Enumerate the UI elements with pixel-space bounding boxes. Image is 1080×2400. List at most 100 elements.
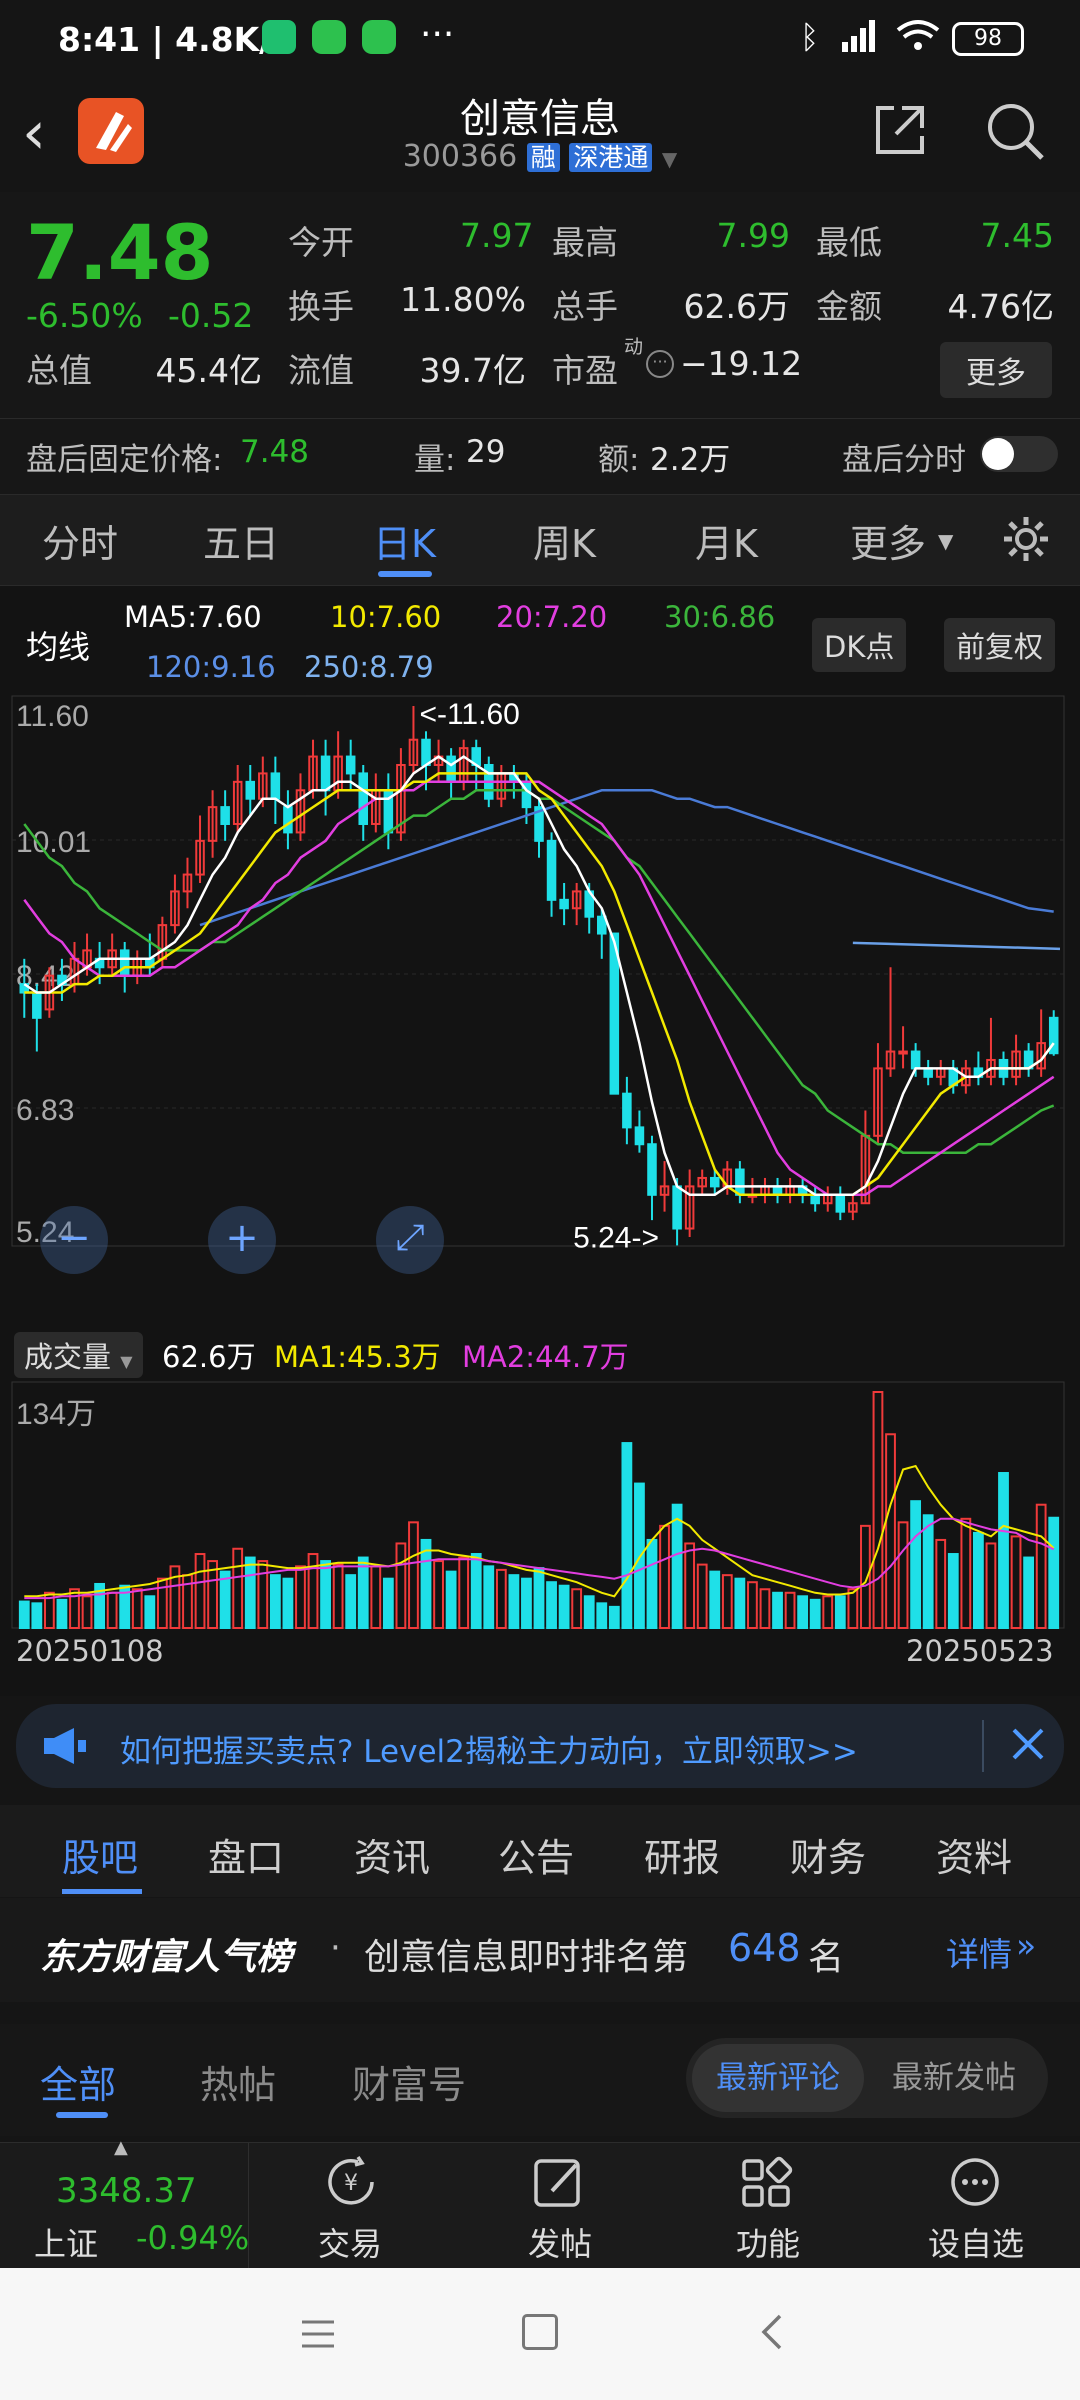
functions-icon[interactable] [738,2153,796,2211]
tab-research[interactable]: 研报 [644,1827,720,1882]
tab-finance[interactable]: 财务 [790,1827,866,1882]
active-tab-indicator [378,571,432,577]
info-icon[interactable]: ··· [646,350,674,378]
stock-header: ‹ 创意信息 300366 融 深港通 ▼ [0,86,1080,192]
trade-icon[interactable]: ¥ [322,2153,380,2211]
tab-announcements[interactable]: 公告 [498,1827,574,1882]
margin-badge: 融 [526,143,560,172]
volume-bar [194,1553,206,1629]
volume-bar [458,1556,470,1630]
candle-body [446,755,456,783]
rank-number: 648 [728,1926,801,1970]
volume-current: 62.6万 [162,1340,256,1374]
chevron-up-icon[interactable]: ▲ [114,2137,128,2158]
menu-icon[interactable] [298,2314,338,2354]
sort-latest-comment[interactable]: 最新评论 [692,2044,864,2112]
filter-wealth[interactable]: 财富号 [352,2054,466,2109]
post-icon[interactable] [530,2153,588,2211]
tab-profile[interactable]: 资料 [936,1827,1012,1882]
tab-orderbook[interactable]: 盘口 [208,1827,284,1882]
high-value: 7.99 [716,216,790,255]
volume-bar [433,1560,444,1630]
filter-hot[interactable]: 热帖 [200,2054,276,2109]
index-change[interactable]: -0.94% [136,2219,249,2257]
filter-all[interactable]: 全部 [40,2054,116,2109]
volume-bar [809,1598,821,1629]
low-value: 7.45 [980,216,1054,255]
volume-bar [483,1565,495,1630]
dropdown-icon[interactable]: ▼ [662,147,677,171]
volume-bar [332,1563,344,1629]
pe-dynamic-label: 动 [624,336,644,358]
gear-icon[interactable] [1000,513,1052,565]
index-value[interactable]: 3348.37 [56,2171,197,2211]
add-watchlist-label[interactable]: 设自选 [928,2219,1024,2265]
tab-timeshare[interactable]: 分时 [42,513,118,568]
volume-bar [257,1560,269,1630]
volume-bar [408,1521,419,1629]
change-percent: -6.50% [26,296,143,335]
search-icon[interactable] [984,100,1046,162]
back-nav-icon[interactable] [752,2310,792,2354]
shield-app-icon [262,20,296,54]
more-circle-icon[interactable] [946,2153,1004,2211]
volume-bar [445,1570,457,1629]
bottom-toolbar: ▲ 3348.37 上证 -0.94% ¥ 交易 发帖 功能 设自选 [0,2137,1080,2269]
volume-bar [910,1500,922,1629]
volume-bar [659,1524,670,1630]
functions-label[interactable]: 功能 [736,2219,800,2265]
rank-detail-link[interactable]: 详情 [946,1928,1012,1976]
post-label[interactable]: 发帖 [528,2219,592,2265]
volume-bar [684,1542,696,1630]
candle-body [923,1067,933,1078]
tab-monthly-k[interactable]: 月K [695,513,758,568]
volume-bar [320,1560,331,1630]
popularity-rank[interactable]: 东方财富人气榜 · 创意信息即时排名第 648 名 详情 » [0,1898,1080,2002]
fullscreen-button[interactable]: ⤢ [376,1206,444,1274]
battery-icon: 98 [952,22,1024,56]
volume-bar [709,1570,721,1629]
volume-bar [922,1514,934,1629]
zoom-in-button[interactable]: + [208,1206,276,1274]
indicator-selector[interactable]: 成交量 ▼ [14,1332,143,1378]
rank-brand: 东方财富人气榜 [40,1937,293,1978]
divider [982,1720,984,1772]
tab-news[interactable]: 资讯 [354,1827,430,1882]
status-bar: 8:41 | 4.8K/s ··· ᛒ 98 [0,0,1080,86]
home-icon[interactable] [522,2314,558,2350]
after-hours-toggle[interactable] [980,436,1058,472]
volume-chart[interactable]: 134万 [0,1378,1080,1630]
volume-bar [282,1577,294,1630]
tab-weekly-k[interactable]: 周K [533,513,596,568]
volume-bar [608,1605,620,1630]
index-name[interactable]: 上证 [34,2219,98,2265]
forward-adjust-button[interactable]: 前复权 [944,618,1056,672]
end-date: 20250523 [906,1634,1054,1668]
more-button[interactable]: 更多 [940,342,1052,398]
ma10-value: 10:7.60 [330,600,442,634]
share-icon[interactable] [872,102,928,158]
zoom-out-button[interactable]: − [40,1206,108,1274]
system-navigation [0,2268,1080,2400]
tab-five-day[interactable]: 五日 [203,513,279,568]
candle-body [622,1092,632,1129]
tab-forum[interactable]: 股吧 [62,1827,138,1882]
close-icon[interactable] [1006,1722,1050,1766]
tab-daily-k[interactable]: 日K [373,513,436,568]
trade-label[interactable]: 交易 [318,2219,382,2265]
volume-bar [772,1591,783,1630]
kline-chart[interactable]: 11.6010.018.426.835.24<-11.605.24-> [0,690,1080,1250]
volume-bar [671,1503,683,1629]
ma250-line [852,941,1061,951]
volume-bar [897,1521,909,1629]
tab-more[interactable]: 更多 [850,513,926,568]
volume-bar [382,1577,394,1630]
after-hours-volume-label: 量: [414,442,456,478]
promo-banner[interactable]: 如何把握买卖点? Level2揭秘主力动向，立即领取>> [16,1704,1064,1788]
dk-point-button[interactable]: DK点 [812,618,907,672]
promo-text: 如何把握买卖点? Level2揭秘主力动向，立即领取>> [120,1734,858,1770]
sort-latest-post[interactable]: 最新发帖 [868,2044,1040,2112]
active-filter-indicator [56,2112,108,2118]
svg-text:¥: ¥ [344,2171,358,2196]
double-chevron-right-icon: » [1016,1926,1037,1965]
